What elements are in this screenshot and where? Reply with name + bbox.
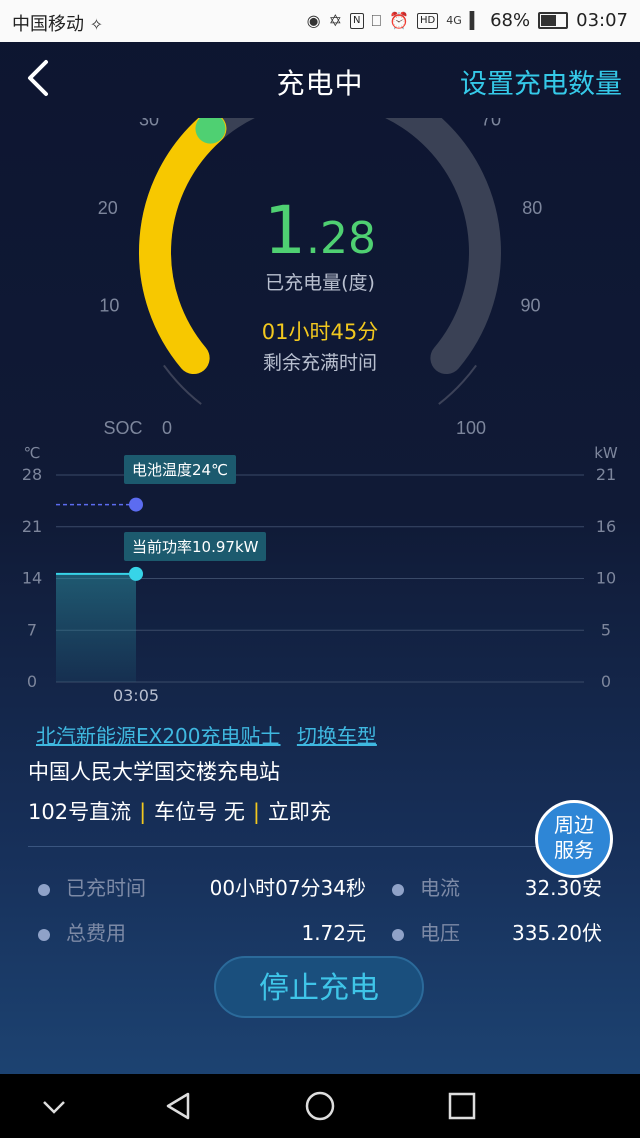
status-icons: ◉ ✡ N ⎕ ⏰ HD 4G ▍ 68% 03:07 (307, 10, 628, 31)
left-tick-label: 28 (22, 465, 42, 484)
parking-number: 车位号 无 (154, 800, 245, 824)
bluetooth-icon: ✡ (328, 11, 343, 30)
gauge-tick-label: 10 (99, 295, 119, 315)
home-circle-icon[interactable] (302, 1090, 338, 1122)
temperature-power-chart: ℃ kW 0 7 14 21 28 0 5 10 16 21 03:05 (22, 444, 618, 705)
battery-icon (538, 12, 569, 29)
bullet-dot (392, 928, 404, 941)
charged-time-label: 已充时间 (66, 876, 146, 900)
nfc-icon: N (350, 12, 364, 29)
set-charge-amount-link[interactable]: 设置充电数量 (460, 62, 622, 101)
alarm-icon: ⏰ (389, 11, 410, 30)
hd-icon: HD (417, 12, 439, 29)
battery-percent: 68% (490, 10, 531, 31)
power-point (129, 566, 143, 581)
right-tick-label: 5 (601, 620, 611, 639)
carrier-label: 中国移动 (12, 14, 84, 35)
link-row: 北汽新能源EX200充电贴士 切换车型 (36, 720, 387, 749)
separator: | (252, 800, 260, 824)
total-cost-value: 1.72元 (301, 921, 366, 945)
battery-temp-tooltip: 电池温度24℃ (124, 455, 236, 484)
page-title: 充电中 (276, 67, 364, 100)
status-time: 03:07 (576, 10, 628, 31)
network-type: 4G (446, 14, 462, 27)
left-tick-label: 0 (27, 672, 37, 691)
wifi-call-icon: ✧ (89, 15, 104, 34)
total-cost-label: 总费用 (66, 921, 126, 945)
voltage-label: 电压 (420, 921, 460, 945)
soc-label: SOC (103, 418, 142, 438)
separator: | (139, 800, 147, 824)
vibrate-icon: ⎕ (371, 10, 382, 30)
left-tick-label: 7 (27, 620, 37, 639)
charged-energy-dec: 28 (320, 213, 376, 264)
charged-time-value: 00小时07分34秒 (209, 876, 366, 900)
status-bar: 中国移动 ✧ ◉ ✡ N ⎕ ⏰ HD 4G ▍ 68% 03:07 (0, 0, 640, 42)
power-area (56, 573, 136, 682)
nearby-service-line1: 周边 (554, 813, 594, 837)
current-label: 电流 (420, 876, 460, 900)
recents-square-icon[interactable] (444, 1090, 480, 1122)
chevron-down-icon[interactable] (36, 1090, 72, 1122)
remaining-time-label: 剩余充满时间 (262, 352, 377, 374)
carrier-group: 中国移动 ✧ (12, 10, 103, 36)
current-value: 32.30安 (524, 876, 602, 900)
voltage-value: 335.20伏 (512, 921, 602, 945)
bullet-dot (38, 883, 50, 896)
remaining-time: 01小时45分 (261, 320, 379, 344)
left-tick-label: 21 (22, 517, 42, 536)
back-triangle-icon[interactable] (160, 1090, 196, 1122)
divider (28, 846, 612, 847)
power-tooltip: 当前功率10.97kW (124, 532, 267, 561)
pile-info: 102号直流 | 车位号 无 | 立即充 (28, 796, 331, 826)
nearby-service-line2: 服务 (554, 838, 594, 862)
switch-vehicle-link[interactable]: 切换车型 (297, 724, 377, 748)
right-tick-label: 21 (596, 465, 616, 484)
gauge-tick-label: 100 (456, 418, 486, 438)
right-tick-label: 0 (601, 672, 611, 691)
right-tick-label: 16 (596, 517, 616, 536)
charged-energy-int: 1 (264, 192, 306, 269)
right-tick-label: 10 (596, 569, 616, 588)
station-name: 中国人民大学国交楼充电站 (28, 760, 280, 784)
right-axis-unit: kW (594, 444, 618, 462)
nearby-service-button[interactable]: 周边 服务 (535, 800, 613, 878)
stop-charging-button[interactable]: 停止充电 (214, 956, 424, 1018)
current-stat: 电流 (392, 872, 460, 901)
system-nav-bar (0, 1074, 640, 1138)
gauge-tick-label: 90 (521, 295, 541, 315)
total-cost-stat: 总费用 (38, 917, 126, 946)
temperature-point (129, 497, 143, 512)
charged-energy-value: 1.28 (0, 192, 640, 269)
left-tick-label: 14 (22, 569, 42, 588)
pile-number: 102号直流 (28, 800, 132, 824)
charging-tips-link[interactable]: 北汽新能源EX200充电贴士 (36, 724, 281, 748)
gauge-tick-label: 30 (139, 118, 159, 129)
left-axis-unit: ℃ (24, 444, 41, 462)
location-icon: ◉ (306, 11, 321, 30)
top-nav: 充电中 设置充电数量 (0, 42, 640, 118)
charge-mode: 立即充 (267, 800, 331, 824)
x-tick-label: 03:05 (113, 686, 159, 705)
charged-energy-label: 已充电量(度) (265, 272, 375, 294)
gauge-tick-label: 0 (162, 418, 172, 438)
bullet-dot (392, 883, 404, 896)
bullet-dot (38, 928, 50, 941)
signal-icon: ▍ (469, 11, 483, 30)
voltage-stat: 电压 (392, 917, 460, 946)
charged-energy-dot: . (306, 213, 320, 264)
gauge-tick-label: 70 (481, 118, 501, 129)
charged-time-stat: 已充时间 (38, 872, 146, 901)
